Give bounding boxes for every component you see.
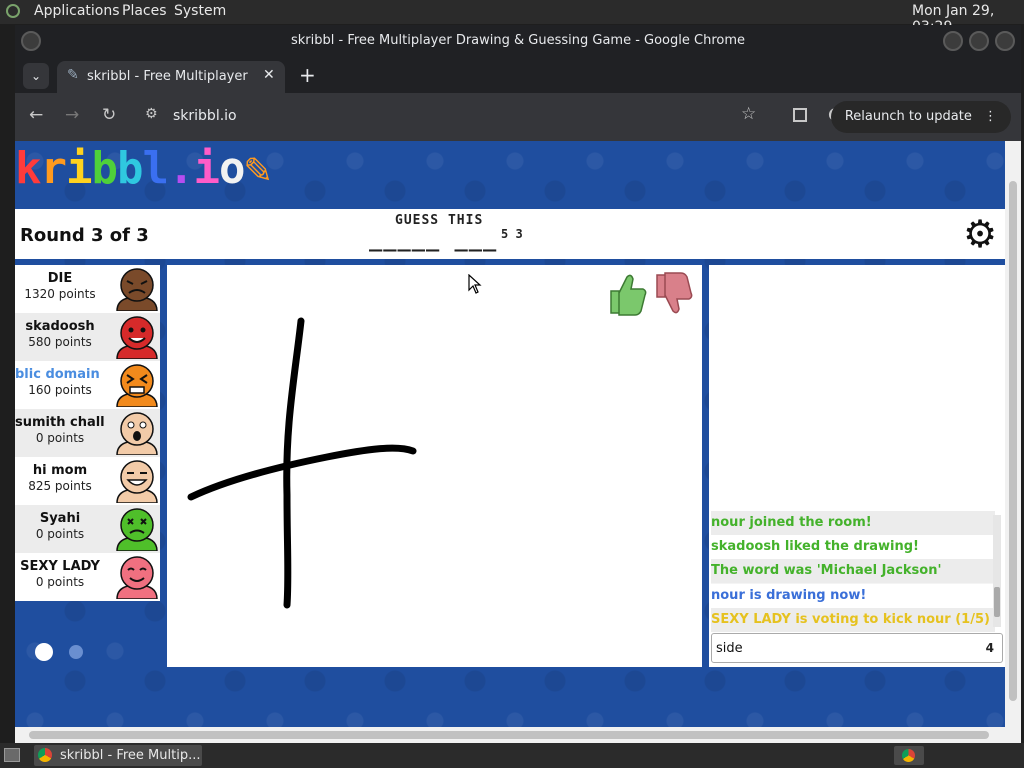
player-points: 0 points — [35, 431, 85, 445]
page-vertical-scrollbar[interactable] — [1005, 141, 1021, 727]
player-row[interactable]: skadoosh 580 points — [15, 313, 160, 361]
bookmark-star-icon[interactable]: ☆ — [741, 104, 756, 124]
drawing-canvas[interactable] — [167, 265, 702, 667]
back-arrow-icon[interactable]: ← — [29, 105, 43, 125]
side-panel-icon[interactable] — [793, 108, 807, 122]
player-points: 0 points — [35, 527, 85, 541]
player-row[interactable]: Syahi 0 points — [15, 505, 160, 553]
player-avatar-icon — [116, 460, 158, 503]
chrome-tray-icon — [902, 749, 915, 762]
chat-scroll-thumb[interactable] — [994, 587, 1000, 617]
pencil-favicon-icon: ✎ — [67, 67, 79, 83]
tab-search-chevron-icon[interactable]: ⌄ — [23, 63, 49, 89]
browser-window: skribbl - Free Multiplayer Drawing & Gue… — [15, 25, 1021, 743]
window-title: skribbl - Free Multiplayer Drawing & Gue… — [291, 33, 745, 48]
tray-chrome-button[interactable] — [894, 746, 924, 765]
menu-system[interactable]: System — [174, 3, 226, 19]
chat-message: nour is drawing now! — [711, 584, 995, 608]
chat-input[interactable]: side 4 — [711, 633, 1003, 663]
chat-input-char-count: 4 — [985, 641, 994, 655]
tab-strip: ⌄ ✎ skribbl - Free Multiplayer Dr ✕ + — [15, 57, 1021, 93]
horizontal-scroll-thumb[interactable] — [29, 731, 989, 739]
game-header: Round 3 of 3 GUESS THIS _____ ___ 5 3 ⚙ — [15, 209, 1005, 259]
word-lengths: 5 3 — [501, 227, 523, 241]
chat-message: The word was 'Michael Jackson' — [711, 559, 995, 583]
new-tab-plus-icon[interactable]: + — [299, 63, 316, 87]
menu-applications[interactable]: Applications — [34, 3, 120, 19]
taskbar-item-label: skribbl - Free Multip... — [60, 748, 201, 763]
player-avatar-icon — [116, 412, 158, 455]
player-points: 160 points — [28, 383, 92, 397]
player-row[interactable]: sumith challa 0 points — [15, 409, 160, 457]
os-taskbar: skribbl - Free Multip... — [0, 743, 1024, 768]
vertical-scroll-thumb[interactable] — [1009, 181, 1017, 701]
tab-close-icon[interactable]: ✕ — [263, 67, 275, 83]
maximize-button[interactable] — [969, 31, 989, 51]
player-points: 580 points — [28, 335, 92, 349]
player-row[interactable]: blic domain (You) 160 points — [15, 361, 160, 409]
skribbl-logo: kribbl.io✎ — [15, 143, 271, 194]
player-name: SEXY LADY — [20, 559, 100, 574]
chat-panel: nour joined the room! skadoosh liked the… — [709, 265, 1005, 667]
settings-gear-icon[interactable]: ⚙ — [963, 214, 997, 254]
player-page-dot-active[interactable] — [35, 643, 53, 661]
page-horizontal-scrollbar[interactable] — [15, 727, 1021, 743]
relaunch-button[interactable]: Relaunch to update ⋮ — [830, 101, 1011, 133]
minimize-button[interactable] — [943, 31, 963, 51]
player-points: 0 points — [35, 575, 85, 589]
guess-label: GUESS THIS — [395, 213, 484, 228]
player-list: DIE 1320 points skadoosh 580 points blic… — [15, 265, 160, 601]
player-avatar-icon — [116, 316, 158, 359]
os-logo-icon[interactable] — [6, 4, 20, 18]
close-window-button[interactable] — [995, 31, 1015, 51]
address-bar[interactable]: skribbl.io — [173, 108, 237, 124]
show-desktop-icon[interactable] — [4, 748, 20, 762]
site-info-icon[interactable]: ⚙ — [145, 106, 158, 122]
taskbar-chrome-item[interactable]: skribbl - Free Multip... — [34, 745, 202, 766]
chat-messages[interactable]: nour joined the room! skadoosh liked the… — [711, 511, 1001, 632]
thumbs-up-icon[interactable] — [607, 271, 649, 317]
player-name: Syahi — [39, 511, 81, 526]
player-avatar-icon — [116, 508, 158, 551]
tab-skribbl[interactable]: ✎ skribbl - Free Multiplayer Dr ✕ — [57, 61, 285, 93]
mouse-cursor-icon — [468, 274, 482, 294]
tab-title: skribbl - Free Multiplayer Dr — [87, 69, 249, 84]
more-vert-icon: ⋮ — [984, 109, 997, 124]
reload-icon[interactable]: ↻ — [102, 105, 116, 125]
os-top-panel: Applications Places System Mon Jan 29, 0… — [0, 0, 1024, 35]
player-row[interactable]: DIE 1320 points — [15, 265, 160, 313]
player-name: DIE — [47, 271, 73, 286]
browser-toolbar: ← → ↻ ⚙ skribbl.io ☆ ● Relaunch to updat… — [15, 93, 1021, 141]
menu-places[interactable]: Places — [122, 3, 167, 19]
round-indicator: Round 3 of 3 — [20, 225, 149, 246]
player-name: skadoosh — [25, 319, 95, 334]
player-page-dot[interactable] — [69, 645, 83, 659]
player-avatar-icon — [116, 364, 158, 407]
drawing-strokes — [187, 317, 417, 609]
window-titlebar: skribbl - Free Multiplayer Drawing & Gue… — [15, 25, 1021, 57]
relaunch-label: Relaunch to update — [844, 109, 972, 124]
player-name: sumith challa — [15, 415, 105, 430]
player-points: 825 points — [28, 479, 92, 493]
player-name-you: blic domain (You) — [15, 367, 105, 382]
chat-message: nour joined the room! — [711, 511, 995, 535]
player-avatar-icon — [116, 556, 158, 599]
forward-arrow-icon[interactable]: → — [65, 105, 79, 125]
page-viewport: kribbl.io✎ Round 3 of 3 GUESS THIS _____… — [15, 141, 1005, 727]
player-row[interactable]: SEXY LADY 0 points — [15, 553, 160, 601]
chat-message: skadoosh liked the drawing! — [711, 535, 995, 559]
thumbs-down-icon[interactable] — [653, 271, 695, 317]
player-row[interactable]: hi mom 825 points — [15, 457, 160, 505]
player-avatar-icon — [116, 268, 158, 311]
player-points: 1320 points — [24, 287, 96, 301]
chat-message: SEXY LADY is voting to kick nour (1/5) — [711, 608, 995, 632]
chrome-icon — [38, 748, 52, 762]
player-name: hi mom — [32, 463, 88, 478]
window-menu-button[interactable] — [21, 31, 41, 51]
word-hint-blanks: _____ ___ — [369, 227, 498, 252]
chat-input-value: side — [716, 641, 743, 656]
